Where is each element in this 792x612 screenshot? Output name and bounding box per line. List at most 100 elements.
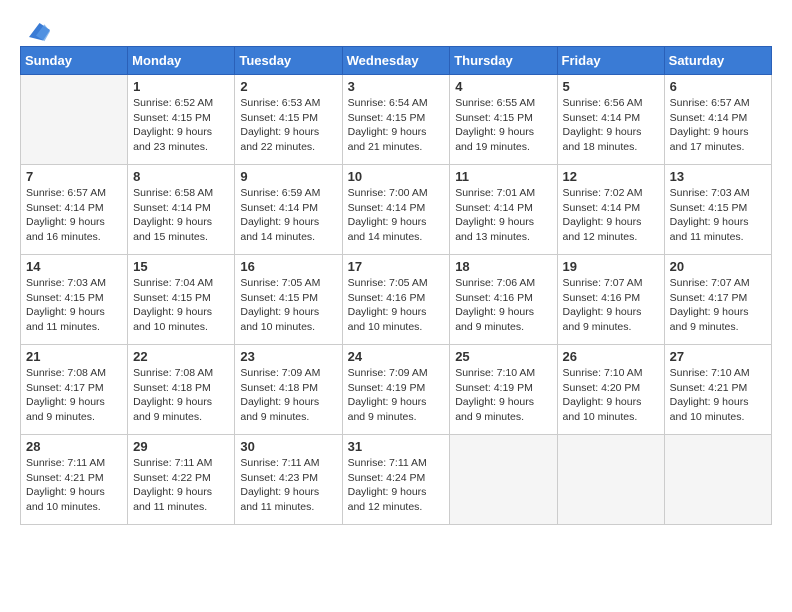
calendar-cell: 18 Sunrise: 7:06 AMSunset: 4:16 PMDayligh… (450, 255, 557, 345)
day-number: 25 (455, 349, 551, 364)
calendar-cell: 21 Sunrise: 7:08 AMSunset: 4:17 PMDayligh… (21, 345, 128, 435)
calendar-cell: 11 Sunrise: 7:01 AMSunset: 4:14 PMDayligh… (450, 165, 557, 255)
day-info: Sunrise: 7:09 AMSunset: 4:18 PMDaylight:… (240, 366, 336, 425)
day-number: 21 (26, 349, 122, 364)
day-number: 2 (240, 79, 336, 94)
calendar-cell: 26 Sunrise: 7:10 AMSunset: 4:20 PMDayligh… (557, 345, 664, 435)
calendar-cell: 17 Sunrise: 7:05 AMSunset: 4:16 PMDayligh… (342, 255, 450, 345)
day-number: 6 (670, 79, 766, 94)
day-info: Sunrise: 6:57 AMSunset: 4:14 PMDaylight:… (26, 186, 122, 245)
week-row-2: 7 Sunrise: 6:57 AMSunset: 4:14 PMDaylight… (21, 165, 772, 255)
day-info: Sunrise: 7:09 AMSunset: 4:19 PMDaylight:… (348, 366, 445, 425)
calendar-cell: 20Sunrise: 7:07 AMSunset: 4:17 PMDayligh… (664, 255, 771, 345)
calendar-cell: 22Sunrise: 7:08 AMSunset: 4:18 PMDayligh… (128, 345, 235, 435)
logo-icon (22, 16, 50, 44)
calendar-cell: 13 Sunrise: 7:03 AMSunset: 4:15 PMDayligh… (664, 165, 771, 255)
day-info: Sunrise: 6:54 AMSunset: 4:15 PMDaylight:… (348, 96, 445, 155)
calendar-cell: 3Sunrise: 6:54 AMSunset: 4:15 PMDaylight… (342, 75, 450, 165)
day-number: 26 (563, 349, 659, 364)
day-info: Sunrise: 7:06 AMSunset: 4:16 PMDaylight:… (455, 276, 551, 335)
day-info: Sunrise: 7:03 AMSunset: 4:15 PMDaylight:… (26, 276, 122, 335)
day-info: Sunrise: 7:05 AMSunset: 4:15 PMDaylight:… (240, 276, 336, 335)
calendar-cell: 14 Sunrise: 7:03 AMSunset: 4:15 PMDayligh… (21, 255, 128, 345)
day-number: 28 (26, 439, 122, 454)
calendar-cell: 16 Sunrise: 7:05 AMSunset: 4:15 PMDayligh… (235, 255, 342, 345)
calendar-cell: 2 Sunrise: 6:53 AMSunset: 4:15 PMDaylight… (235, 75, 342, 165)
day-info: Sunrise: 6:58 AMSunset: 4:14 PMDaylight:… (133, 186, 229, 245)
header-day-wednesday: Wednesday (342, 47, 450, 75)
day-number: 20 (670, 259, 766, 274)
calendar-cell: 25 Sunrise: 7:10 AMSunset: 4:19 PMDayligh… (450, 345, 557, 435)
day-info: Sunrise: 7:08 AMSunset: 4:18 PMDaylight:… (133, 366, 229, 425)
calendar-header-row: SundayMondayTuesdayWednesdayThursdayFrid… (21, 47, 772, 75)
day-number: 30 (240, 439, 336, 454)
day-number: 31 (348, 439, 445, 454)
day-info: Sunrise: 6:56 AMSunset: 4:14 PMDaylight:… (563, 96, 659, 155)
calendar-cell: 9 Sunrise: 6:59 AMSunset: 4:14 PMDaylight… (235, 165, 342, 255)
day-number: 15 (133, 259, 229, 274)
day-number: 5 (563, 79, 659, 94)
day-info: Sunrise: 7:05 AMSunset: 4:16 PMDaylight:… (348, 276, 445, 335)
day-info: Sunrise: 7:10 AMSunset: 4:20 PMDaylight:… (563, 366, 659, 425)
header-day-thursday: Thursday (450, 47, 557, 75)
calendar-cell: 30 Sunrise: 7:11 AMSunset: 4:23 PMDayligh… (235, 435, 342, 525)
calendar-cell: 24 Sunrise: 7:09 AMSunset: 4:19 PMDayligh… (342, 345, 450, 435)
day-number: 29 (133, 439, 229, 454)
day-number: 13 (670, 169, 766, 184)
calendar-cell (664, 435, 771, 525)
calendar-table: SundayMondayTuesdayWednesdayThursdayFrid… (20, 46, 772, 525)
day-number: 18 (455, 259, 551, 274)
calendar-cell: 29Sunrise: 7:11 AMSunset: 4:22 PMDayligh… (128, 435, 235, 525)
day-info: Sunrise: 6:53 AMSunset: 4:15 PMDaylight:… (240, 96, 336, 155)
day-number: 27 (670, 349, 766, 364)
day-info: Sunrise: 6:57 AMSunset: 4:14 PMDaylight:… (670, 96, 766, 155)
calendar-cell: 28 Sunrise: 7:11 AMSunset: 4:21 PMDayligh… (21, 435, 128, 525)
header-day-monday: Monday (128, 47, 235, 75)
calendar-cell: 6 Sunrise: 6:57 AMSunset: 4:14 PMDaylight… (664, 75, 771, 165)
day-number: 14 (26, 259, 122, 274)
header-day-sunday: Sunday (21, 47, 128, 75)
header-day-saturday: Saturday (664, 47, 771, 75)
calendar-cell: 4Sunrise: 6:55 AMSunset: 4:15 PMDaylight… (450, 75, 557, 165)
day-info: Sunrise: 6:52 AMSunset: 4:15 PMDaylight:… (133, 96, 229, 155)
day-number: 23 (240, 349, 336, 364)
day-info: Sunrise: 7:10 AMSunset: 4:19 PMDaylight:… (455, 366, 551, 425)
week-row-1: 1 Sunrise: 6:52 AMSunset: 4:15 PMDaylight… (21, 75, 772, 165)
header-day-friday: Friday (557, 47, 664, 75)
header (20, 16, 772, 36)
day-info: Sunrise: 7:08 AMSunset: 4:17 PMDaylight:… (26, 366, 122, 425)
calendar-cell: 23 Sunrise: 7:09 AMSunset: 4:18 PMDayligh… (235, 345, 342, 435)
day-info: Sunrise: 7:03 AMSunset: 4:15 PMDaylight:… (670, 186, 766, 245)
week-row-5: 28 Sunrise: 7:11 AMSunset: 4:21 PMDayligh… (21, 435, 772, 525)
calendar-cell (21, 75, 128, 165)
day-number: 8 (133, 169, 229, 184)
header-day-tuesday: Tuesday (235, 47, 342, 75)
day-info: Sunrise: 6:55 AMSunset: 4:15 PMDaylight:… (455, 96, 551, 155)
day-info: Sunrise: 7:04 AMSunset: 4:15 PMDaylight:… (133, 276, 229, 335)
calendar-cell: 12Sunrise: 7:02 AMSunset: 4:14 PMDayligh… (557, 165, 664, 255)
week-row-3: 14 Sunrise: 7:03 AMSunset: 4:15 PMDayligh… (21, 255, 772, 345)
day-info: Sunrise: 7:01 AMSunset: 4:14 PMDaylight:… (455, 186, 551, 245)
day-info: Sunrise: 7:00 AMSunset: 4:14 PMDaylight:… (348, 186, 445, 245)
day-info: Sunrise: 7:11 AMSunset: 4:21 PMDaylight:… (26, 456, 122, 515)
day-info: Sunrise: 7:10 AMSunset: 4:21 PMDaylight:… (670, 366, 766, 425)
day-number: 16 (240, 259, 336, 274)
day-info: Sunrise: 7:07 AMSunset: 4:16 PMDaylight:… (563, 276, 659, 335)
day-info: Sunrise: 7:02 AMSunset: 4:14 PMDaylight:… (563, 186, 659, 245)
week-row-4: 21 Sunrise: 7:08 AMSunset: 4:17 PMDayligh… (21, 345, 772, 435)
logo (20, 16, 50, 36)
day-number: 17 (348, 259, 445, 274)
calendar-cell: 27 Sunrise: 7:10 AMSunset: 4:21 PMDayligh… (664, 345, 771, 435)
day-number: 7 (26, 169, 122, 184)
day-info: Sunrise: 6:59 AMSunset: 4:14 PMDaylight:… (240, 186, 336, 245)
day-number: 24 (348, 349, 445, 364)
calendar-cell: 1 Sunrise: 6:52 AMSunset: 4:15 PMDaylight… (128, 75, 235, 165)
day-number: 9 (240, 169, 336, 184)
day-number: 1 (133, 79, 229, 94)
day-info: Sunrise: 7:11 AMSunset: 4:24 PMDaylight:… (348, 456, 445, 515)
calendar-cell: 31 Sunrise: 7:11 AMSunset: 4:24 PMDayligh… (342, 435, 450, 525)
day-number: 11 (455, 169, 551, 184)
day-info: Sunrise: 7:11 AMSunset: 4:23 PMDaylight:… (240, 456, 336, 515)
calendar-cell: 5 Sunrise: 6:56 AMSunset: 4:14 PMDaylight… (557, 75, 664, 165)
calendar-cell: 8 Sunrise: 6:58 AMSunset: 4:14 PMDaylight… (128, 165, 235, 255)
